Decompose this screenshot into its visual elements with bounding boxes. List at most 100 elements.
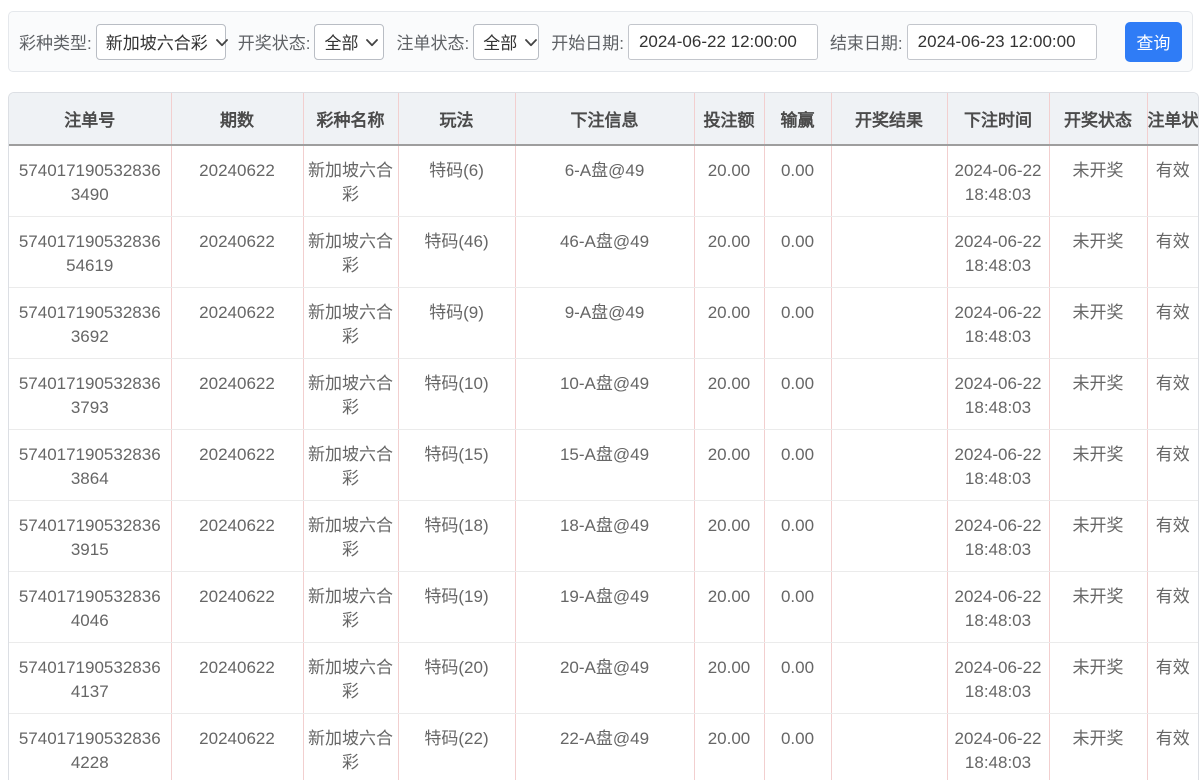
cell-bet-info: 18-A盘@49: [515, 500, 695, 572]
cell-draw-status: 未开奖: [1049, 216, 1148, 288]
cell-bet-status: 有效: [1147, 216, 1198, 288]
cell-bet-info: 22-A盘@49: [515, 713, 695, 780]
col-header-draw-status: 开奖状态: [1049, 93, 1148, 146]
cell-win-loss: 0.00: [764, 642, 832, 714]
col-header-bet-status: 注单状态: [1147, 93, 1198, 146]
cell-bet-info: 20-A盘@49: [515, 642, 695, 714]
cell-win-loss: 0.00: [764, 358, 832, 430]
cell-bet-no: 57401719053283654619: [9, 216, 172, 288]
cell-bet-time: 2024-06-22 18:48:03: [947, 642, 1050, 714]
cell-amount: 20.00: [694, 216, 765, 288]
lottery-type-select[interactable]: 新加坡六合彩: [95, 23, 228, 60]
cell-result: [831, 429, 948, 501]
cell-play: 特码(22): [398, 713, 516, 780]
chevron-down-icon: [525, 32, 538, 52]
col-header-win-loss: 输赢: [764, 93, 832, 146]
start-date-label: 开始日期:: [551, 34, 624, 53]
cell-bet-status: 有效: [1147, 571, 1198, 643]
cell-lottery: 新加坡六合彩: [303, 571, 399, 643]
cell-amount: 20.00: [694, 429, 765, 501]
end-date-input[interactable]: [906, 23, 1097, 60]
table-row: 5740171905328363793 20240622 新加坡六合彩 特码(1…: [9, 358, 1198, 430]
cell-bet-no: 5740171905328364137: [9, 642, 172, 714]
cell-draw-status: 未开奖: [1049, 500, 1148, 572]
cell-lottery: 新加坡六合彩: [303, 145, 399, 217]
cell-bet-info: 9-A盘@49: [515, 287, 695, 359]
cell-bet-time: 2024-06-22 18:48:03: [947, 358, 1050, 430]
col-header-play: 玩法: [398, 93, 516, 146]
cell-amount: 20.00: [694, 500, 765, 572]
table-header-row: 注单号 期数 彩种名称 玩法 下注信息 投注额 输赢 开奖结果 下注时间 开奖状…: [9, 93, 1198, 146]
cell-result: [831, 571, 948, 643]
cell-draw-status: 未开奖: [1049, 571, 1148, 643]
cell-amount: 20.00: [694, 642, 765, 714]
cell-win-loss: 0.00: [764, 429, 832, 501]
cell-result: [831, 642, 948, 714]
cell-play: 特码(18): [398, 500, 516, 572]
cell-result: [831, 216, 948, 288]
cell-win-loss: 0.00: [764, 571, 832, 643]
query-button[interactable]: 查询: [1124, 21, 1182, 62]
lottery-type-label: 彩种类型:: [19, 34, 92, 53]
cell-bet-no: 5740171905328363793: [9, 358, 172, 430]
cell-bet-info: 19-A盘@49: [515, 571, 695, 643]
table-row: 5740171905328363692 20240622 新加坡六合彩 特码(9…: [9, 287, 1198, 359]
start-date-input[interactable]: [627, 23, 818, 60]
cell-bet-time: 2024-06-22 18:48:03: [947, 571, 1050, 643]
cell-bet-info: 10-A盘@49: [515, 358, 695, 430]
col-header-amount: 投注额: [694, 93, 765, 146]
cell-draw-status: 未开奖: [1049, 358, 1148, 430]
cell-result: [831, 713, 948, 780]
bet-status-select[interactable]: 全部: [473, 23, 540, 60]
cell-result: [831, 145, 948, 217]
cell-win-loss: 0.00: [764, 145, 832, 217]
cell-win-loss: 0.00: [764, 216, 832, 288]
cell-win-loss: 0.00: [764, 287, 832, 359]
cell-draw-status: 未开奖: [1049, 287, 1148, 359]
cell-bet-status: 有效: [1147, 642, 1198, 714]
cell-draw-status: 未开奖: [1049, 642, 1148, 714]
lottery-type-selected-value: 新加坡六合彩: [105, 34, 208, 53]
cell-bet-info: 15-A盘@49: [515, 429, 695, 501]
cell-play: 特码(20): [398, 642, 516, 714]
cell-play: 特码(9): [398, 287, 516, 359]
cell-bet-time: 2024-06-22 18:48:03: [947, 216, 1050, 288]
cell-lottery: 新加坡六合彩: [303, 500, 399, 572]
cell-bet-time: 2024-06-22 18:48:03: [947, 429, 1050, 501]
cell-period: 20240622: [171, 642, 304, 714]
cell-win-loss: 0.00: [764, 500, 832, 572]
cell-bet-status: 有效: [1147, 500, 1198, 572]
cell-lottery: 新加坡六合彩: [303, 429, 399, 501]
cell-bet-status: 有效: [1147, 358, 1198, 430]
cell-lottery: 新加坡六合彩: [303, 216, 399, 288]
cell-bet-status: 有效: [1147, 287, 1198, 359]
cell-play: 特码(6): [398, 145, 516, 217]
bet-records-table: 注单号 期数 彩种名称 玩法 下注信息 投注额 输赢 开奖结果 下注时间 开奖状…: [8, 92, 1199, 780]
cell-lottery: 新加坡六合彩: [303, 287, 399, 359]
table-row: 5740171905328363490 20240622 新加坡六合彩 特码(6…: [9, 145, 1198, 217]
cell-result: [831, 358, 948, 430]
cell-amount: 20.00: [694, 287, 765, 359]
cell-bet-no: 5740171905328363864: [9, 429, 172, 501]
col-header-bet-no: 注单号: [9, 93, 172, 146]
cell-bet-status: 有效: [1147, 713, 1198, 780]
cell-lottery: 新加坡六合彩: [303, 358, 399, 430]
cell-play: 特码(19): [398, 571, 516, 643]
cell-period: 20240622: [171, 358, 304, 430]
cell-bet-no: 5740171905328364228: [9, 713, 172, 780]
cell-period: 20240622: [171, 145, 304, 217]
table-row: 5740171905328363864 20240622 新加坡六合彩 特码(1…: [9, 429, 1198, 501]
cell-bet-no: 5740171905328363915: [9, 500, 172, 572]
cell-amount: 20.00: [694, 358, 765, 430]
cell-period: 20240622: [171, 287, 304, 359]
end-date-label: 结束日期:: [829, 34, 903, 53]
chevron-down-icon: [215, 32, 228, 52]
cell-bet-no: 5740171905328363692: [9, 287, 172, 359]
draw-status-select[interactable]: 全部: [314, 23, 385, 60]
cell-amount: 20.00: [694, 145, 765, 217]
col-header-bet-time: 下注时间: [947, 93, 1050, 146]
cell-bet-status: 有效: [1147, 429, 1198, 501]
cell-draw-status: 未开奖: [1049, 145, 1148, 217]
cell-lottery: 新加坡六合彩: [303, 642, 399, 714]
cell-result: [831, 287, 948, 359]
